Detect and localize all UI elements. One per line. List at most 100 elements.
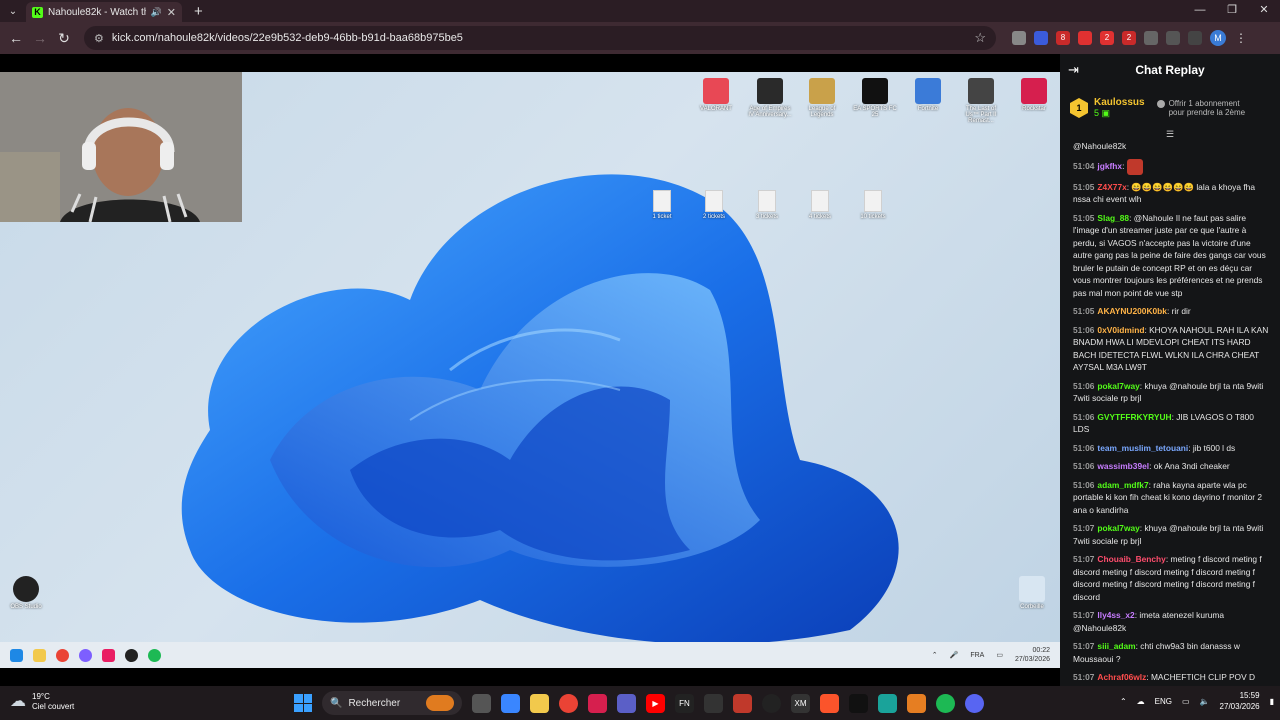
desktop-file[interactable]: 10 tickets [853,190,893,220]
desktop-shortcut[interactable]: Rockstar [1012,78,1056,112]
taskbar-search[interactable]: 🔍 Rechercher [322,691,462,715]
obs-icon[interactable] [762,693,781,713]
desktop-file[interactable]: 1 ticket [642,190,682,220]
folder-icon [33,648,46,662]
message-timestamp: 51:07 [1073,672,1095,682]
message-username[interactable]: lly4ss_x2 [1097,610,1134,620]
sub-username: Kaulossus [1094,97,1145,108]
tiktok-icon[interactable] [849,693,868,713]
message-username[interactable]: adam_mdfk7 [1097,480,1148,490]
spotify-icon[interactable] [936,693,955,713]
rockstar-icon[interactable] [588,693,607,713]
extension-icon[interactable] [1078,31,1092,45]
message-username[interactable]: jgkfhx [1097,161,1122,171]
profile-avatar[interactable]: M [1210,30,1226,46]
reading-list-icon[interactable] [1188,31,1202,45]
window-close-icon[interactable]: ✕ [1248,0,1280,22]
new-tab-icon[interactable]: + [194,3,203,20]
maximize-icon[interactable]: ❐ [1216,0,1248,22]
brave-icon[interactable] [820,693,839,713]
message-username[interactable]: wassimb39el [1097,461,1149,471]
minimize-icon[interactable]: — [1184,0,1216,22]
extension-icon[interactable]: 8 [1056,31,1070,45]
message-username[interactable]: AKAYNU200K0bk [1097,306,1167,316]
reload-icon[interactable]: ↻ [52,30,76,47]
chat-message: 51:06 pokal7way: khuya @nahoule brjl ta n… [1073,380,1269,405]
message-username[interactable]: team_muslim_tetouani [1097,443,1188,453]
browser-menu-icon[interactable]: ⋮ [1234,31,1248,45]
message-username[interactable]: pokal7way [1097,523,1139,533]
desktop-file[interactable]: 2 tickets [694,190,734,220]
show-hidden-icons-icon[interactable]: ⌃ [1120,697,1127,706]
bookmark-star-icon[interactable]: ☆ [974,30,986,46]
tab-close-icon[interactable]: ✕ [167,6,176,19]
extensions-puzzle-icon[interactable] [1166,31,1180,45]
gift-sub-prompt[interactable]: Offrir 1 abonnement pour prendre la 2ème [1156,99,1245,117]
fn-app-icon[interactable]: FN [675,693,694,713]
extension-icon[interactable] [1144,31,1158,45]
input-language[interactable]: ENG [1155,697,1172,706]
site-info-icon[interactable]: ⚙ [94,32,104,45]
app-icon[interactable] [733,693,752,713]
app-icon[interactable] [907,693,926,713]
notifications-icon[interactable]: ▮ [1270,697,1274,706]
weather-widget[interactable]: ☁ 19°C Ciel couvert [10,692,74,712]
desktop-file[interactable]: 4 tickets [800,190,840,220]
xm-app-icon[interactable]: XM [791,693,810,713]
copilot-icon[interactable] [501,693,520,713]
tab-search-chevron-icon[interactable]: ⌄ [0,0,26,22]
desktop-shortcut[interactable]: The Last of Us™ Part II Remast... [959,78,1003,124]
desktop-file[interactable]: 3 tickets [747,190,787,220]
network-icon[interactable]: ▭ [1182,697,1190,706]
extension-icon[interactable] [1034,31,1048,45]
chrome-icon[interactable] [559,693,578,713]
subscriber-banner[interactable]: 1 Kaulossus 5 ▣ Offrir 1 abonnement pour … [1060,86,1280,130]
extension-icon[interactable]: 2 [1122,31,1136,45]
extension-icon[interactable]: 2 [1100,31,1114,45]
desktop-shortcut[interactable]: VALORANT [694,78,738,112]
teams-icon[interactable] [617,693,636,713]
app-icon[interactable] [878,693,897,713]
desktop-shortcut[interactable]: Age of Empires IV Anniversary... [748,78,792,118]
mic-icon: 🎤 [949,652,959,659]
message-username[interactable]: 0xV0idmind [1097,325,1144,335]
forward-icon[interactable]: → [28,30,52,46]
browser-tabbar: ⌄ K Nahoule82k - Watch the VOD 🔊 ✕ + — ❐… [0,0,1280,22]
taskbar-clock[interactable]: 15:59 27/03/2026 [1220,690,1260,712]
message-username[interactable]: Slag_88 [1097,213,1129,223]
message-username[interactable]: Chouaib_Benchy [1097,554,1165,564]
discord-icon[interactable] [965,693,984,713]
message-username[interactable]: pokal7way [1097,381,1139,391]
start-button-icon[interactable] [294,694,312,712]
shortcut-label: League of Legends [808,106,836,118]
desktop-shortcut[interactable]: League of Legends [800,78,844,118]
file-explorer-icon[interactable] [530,693,549,713]
onedrive-cloud-icon[interactable]: ☁ [1137,697,1145,706]
recycle-bin-shortcut[interactable]: Corbeille [1010,576,1054,610]
tab-kick-vod[interactable]: K Nahoule82k - Watch the VOD 🔊 ✕ [26,2,182,22]
message-username[interactable]: Z4X77x [1097,182,1126,192]
desktop-shortcut[interactable]: EA SPORTS FC 25 [853,78,897,118]
youtube-icon[interactable]: ▶ [646,693,665,713]
message-username[interactable]: GVYTFFRKYRYUH [1097,412,1171,422]
sub-count: 5 [1094,108,1100,118]
message-username[interactable]: siii_adam [1097,641,1135,651]
task-view-icon[interactable] [472,693,491,713]
obs-label: OBS Studio [10,604,42,610]
pinned-toggle-icon[interactable]: ☰ [1060,130,1280,139]
steam-icon[interactable] [704,693,723,713]
desktop-shortcut[interactable]: Fortnite [906,78,950,112]
volume-icon[interactable]: 🔈 [1200,697,1210,706]
message-username[interactable]: Achraf06wlz [1097,672,1146,682]
shortcut-label: EA SPORTS FC 25 [853,106,897,118]
message-timestamp: 51:05 [1073,181,1095,192]
chat-message: 51:07 lly4ss_x2: imeta atenezel kuruma @N… [1073,609,1269,634]
back-icon[interactable]: ← [4,30,28,46]
extension-icon[interactable] [1012,31,1026,45]
address-bar[interactable]: ⚙ kick.com/nahoule82k/videos/22e9b532-de… [84,26,996,50]
audio-playing-icon[interactable]: 🔊 [151,7,162,18]
search-icon: 🔍 [330,697,343,709]
obs-studio-shortcut[interactable]: OBS Studio [4,576,48,610]
chat-message: @Nahoule82k [1073,140,1269,153]
video-player[interactable]: VALORANT Age of Empires IV Anniversary...… [0,54,1060,686]
